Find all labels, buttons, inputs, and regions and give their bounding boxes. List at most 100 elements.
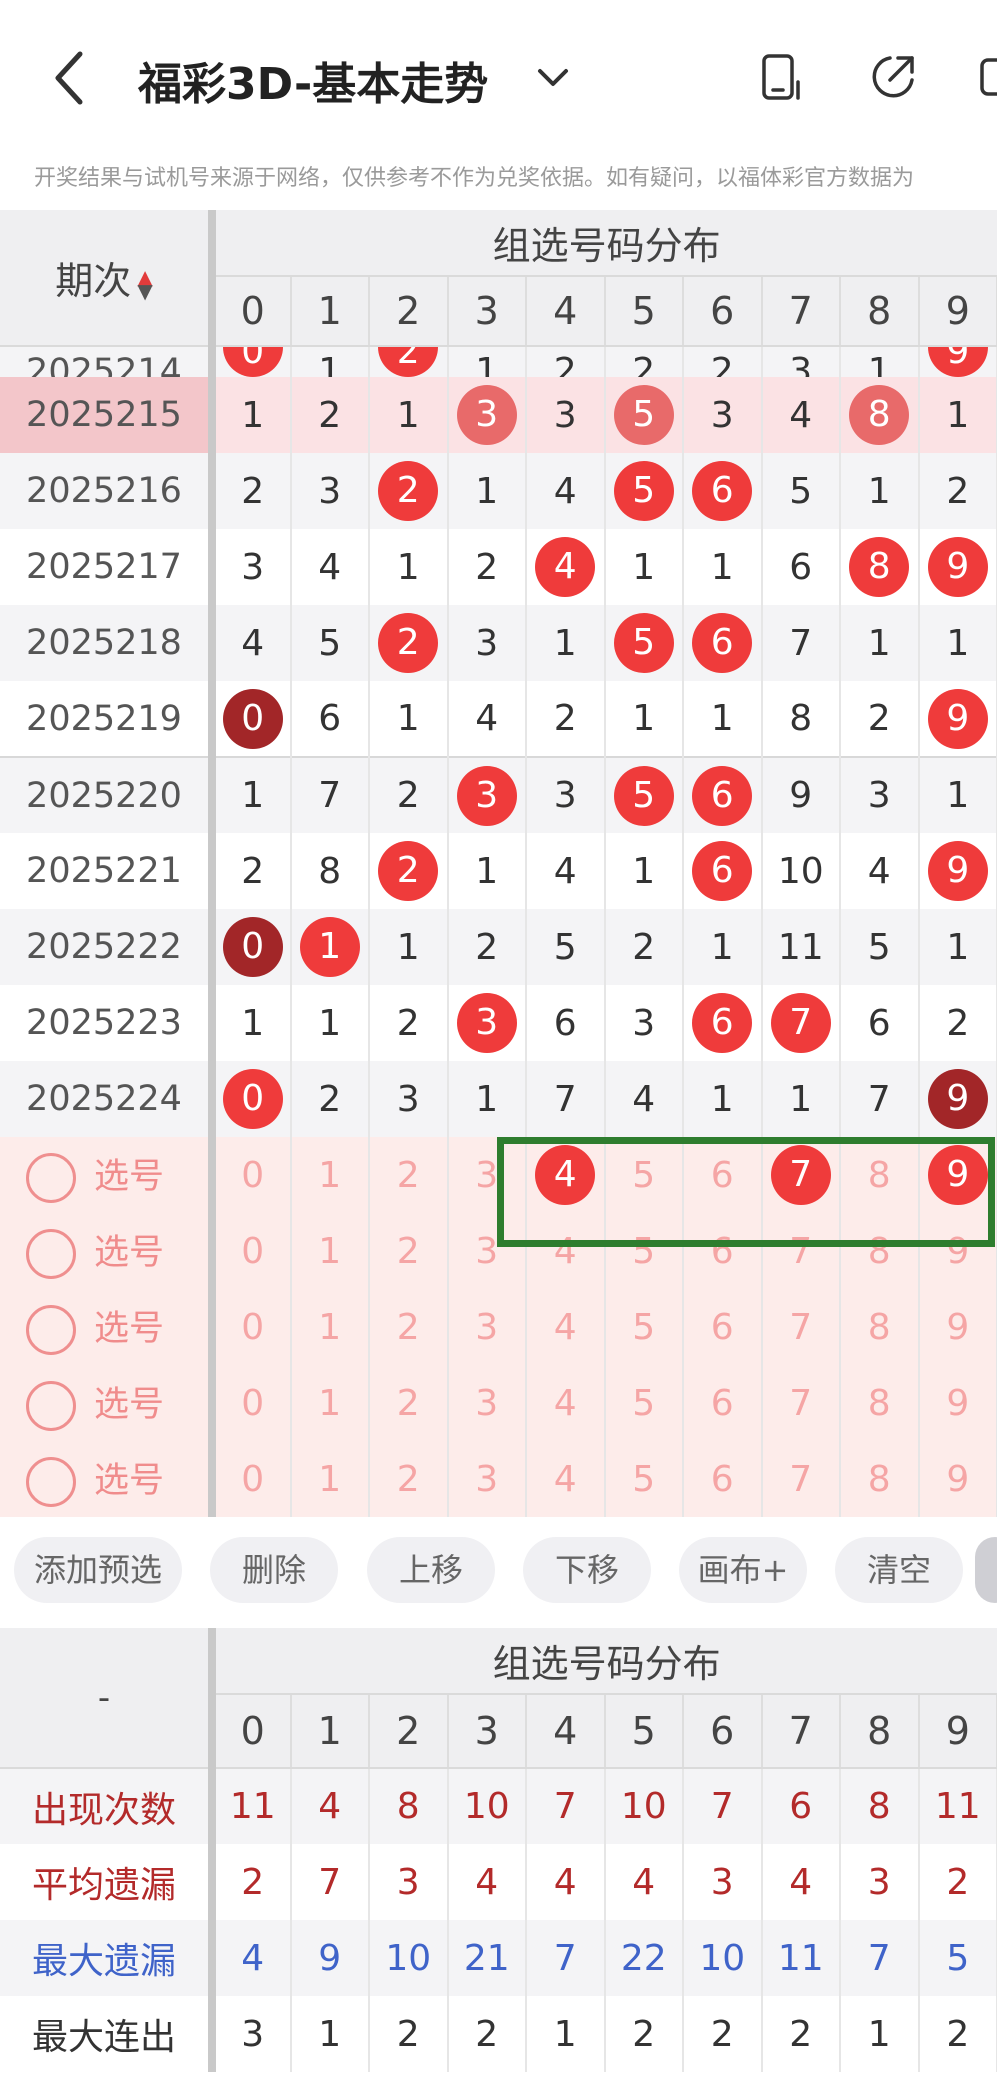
pick-row[interactable]: 选号 0 1 2 3 4 5 6 7 8 9 — [0, 1441, 997, 1517]
selectable-number[interactable]: 3 — [475, 1459, 498, 1500]
selectable-number[interactable]: 9 — [946, 1459, 969, 1500]
pick-number-cell[interactable]: 2 — [369, 1137, 449, 1213]
pick-number-cell[interactable]: 9 — [918, 1441, 997, 1517]
pick-number-cell[interactable]: 3 — [447, 1365, 527, 1441]
pick-radio-icon[interactable] — [26, 1304, 76, 1355]
move-up-button[interactable]: 上移 — [367, 1537, 495, 1603]
selectable-number[interactable]: 8 — [868, 1383, 891, 1424]
pick-number-cell[interactable]: 4 — [526, 1289, 606, 1365]
selectable-number[interactable]: 3 — [475, 1383, 498, 1424]
sort-icon[interactable]: ▲ ▼ — [137, 267, 152, 301]
pick-number-cell[interactable]: 8 — [840, 1289, 920, 1365]
delete-button[interactable]: 删除 — [210, 1537, 338, 1603]
move-down-button[interactable]: 下移 — [523, 1537, 651, 1603]
selectable-number[interactable]: 1 — [318, 1459, 341, 1500]
selectable-number[interactable]: 9 — [946, 1307, 969, 1348]
pick-number-cell[interactable]: 2 — [369, 1289, 449, 1365]
selectable-number[interactable]: 7 — [789, 1459, 812, 1500]
pick-number-cell[interactable]: 7 — [761, 1289, 841, 1365]
pick-row-label[interactable]: 选号 — [0, 1137, 216, 1213]
selectable-number[interactable]: 0 — [241, 1459, 264, 1500]
pick-number-cell[interactable]: 8 — [840, 1441, 920, 1517]
pick-number-cell[interactable]: 3 — [447, 1289, 527, 1365]
period-header[interactable]: 期次 ▲ ▼ — [0, 210, 216, 347]
pick-number-cell[interactable]: 7 — [761, 1441, 841, 1517]
selectable-number[interactable]: 4 — [554, 1383, 577, 1424]
more-icon[interactable] — [980, 52, 997, 102]
pick-row-label[interactable]: 选号 — [0, 1365, 216, 1441]
selectable-number[interactable]: 5 — [632, 1459, 655, 1500]
pick-number-cell[interactable]: 1 — [290, 1289, 370, 1365]
pick-number-cell[interactable]: 1 — [290, 1441, 370, 1517]
back-icon[interactable] — [50, 50, 90, 106]
pick-number-cell[interactable]: 0 — [212, 1365, 292, 1441]
selectable-number[interactable]: 7 — [789, 1307, 812, 1348]
pick-number-cell[interactable]: 0 — [212, 1213, 292, 1289]
pick-row[interactable]: 选号 0 1 2 3 4 5 6 7 8 9 — [0, 1289, 997, 1365]
canvas-button[interactable]: 画布+ — [679, 1537, 807, 1603]
pick-number-cell[interactable]: 7 — [761, 1365, 841, 1441]
selectable-number[interactable]: 1 — [318, 1307, 341, 1348]
pick-row[interactable]: 选号 0 1 2 3 4 5 6 7 8 9 — [0, 1365, 997, 1441]
pick-number-cell[interactable]: 5 — [604, 1441, 684, 1517]
pick-number-cell[interactable]: 0 — [212, 1289, 292, 1365]
pick-number-cell[interactable]: 2 — [369, 1213, 449, 1289]
pick-number-cell[interactable]: 6 — [683, 1365, 763, 1441]
selectable-number[interactable]: 6 — [711, 1307, 734, 1348]
selectable-number[interactable]: 5 — [632, 1383, 655, 1424]
pick-number-cell[interactable]: 9 — [918, 1365, 997, 1441]
pick-number-cell[interactable]: 8 — [840, 1365, 920, 1441]
share-icon[interactable] — [868, 52, 918, 102]
selectable-number[interactable]: 4 — [554, 1307, 577, 1348]
pick-number-cell[interactable]: 2 — [369, 1441, 449, 1517]
selectable-number[interactable]: 2 — [397, 1155, 420, 1196]
selectable-number[interactable]: 5 — [632, 1307, 655, 1348]
selectable-number[interactable]: 0 — [241, 1155, 264, 1196]
selectable-number[interactable]: 8 — [868, 1307, 891, 1348]
pick-number-cell[interactable]: 1 — [290, 1137, 370, 1213]
pick-radio-icon[interactable] — [26, 1228, 76, 1279]
pick-number-cell[interactable]: 3 — [447, 1441, 527, 1517]
selectable-number[interactable]: 3 — [475, 1155, 498, 1196]
selectable-number[interactable]: 7 — [789, 1383, 812, 1424]
pick-number-cell[interactable]: 4 — [526, 1441, 606, 1517]
selectable-number[interactable]: 1 — [318, 1155, 341, 1196]
add-preselect-button[interactable]: 添加预选 — [14, 1537, 182, 1603]
page-title[interactable]: 福彩3D-基本走势 — [138, 48, 488, 112]
pick-number-cell[interactable]: 6 — [683, 1289, 763, 1365]
pick-number-cell[interactable]: 0 — [212, 1137, 292, 1213]
pick-number-cell[interactable]: 4 — [526, 1365, 606, 1441]
selectable-number[interactable]: 3 — [475, 1231, 498, 1272]
more-actions-button[interactable] — [975, 1537, 997, 1603]
pick-number-cell[interactable]: 6 — [683, 1441, 763, 1517]
selectable-number[interactable]: 2 — [397, 1459, 420, 1500]
selectable-number[interactable]: 0 — [241, 1383, 264, 1424]
selectable-number[interactable]: 9 — [946, 1383, 969, 1424]
pick-number-cell[interactable]: 1 — [290, 1365, 370, 1441]
selectable-number[interactable]: 8 — [868, 1459, 891, 1500]
selectable-number[interactable]: 6 — [711, 1459, 734, 1500]
pick-number-cell[interactable]: 0 — [212, 1441, 292, 1517]
selectable-number[interactable]: 1 — [318, 1231, 341, 1272]
pick-radio-icon[interactable] — [26, 1456, 76, 1507]
selectable-number[interactable]: 2 — [397, 1231, 420, 1272]
pick-number-cell[interactable]: 5 — [604, 1289, 684, 1365]
phone-icon[interactable] — [758, 52, 808, 102]
selectable-number[interactable]: 0 — [241, 1307, 264, 1348]
selectable-number[interactable]: 4 — [554, 1459, 577, 1500]
pick-row-label[interactable]: 选号 — [0, 1441, 216, 1517]
selectable-number[interactable]: 1 — [318, 1383, 341, 1424]
selectable-number[interactable]: 2 — [397, 1307, 420, 1348]
pick-radio-icon[interactable] — [26, 1380, 76, 1431]
clear-button[interactable]: 清空 — [835, 1537, 963, 1603]
selectable-number[interactable]: 0 — [241, 1231, 264, 1272]
pick-number-cell[interactable]: 2 — [369, 1365, 449, 1441]
selectable-number[interactable]: 2 — [397, 1383, 420, 1424]
selectable-number[interactable]: 3 — [475, 1307, 498, 1348]
chevron-down-icon[interactable] — [536, 60, 570, 94]
selectable-number[interactable]: 6 — [711, 1383, 734, 1424]
pick-number-cell[interactable]: 5 — [604, 1365, 684, 1441]
pick-row-label[interactable]: 选号 — [0, 1289, 216, 1365]
pick-radio-icon[interactable] — [26, 1152, 76, 1203]
pick-number-cell[interactable]: 9 — [918, 1289, 997, 1365]
